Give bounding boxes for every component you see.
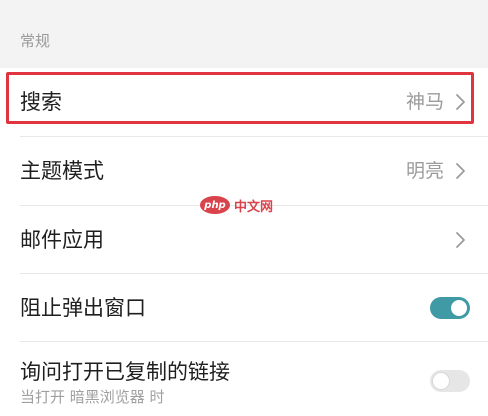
- section-header: 常规: [0, 0, 488, 68]
- toggle-knob: [451, 300, 467, 316]
- search-value: 神马: [405, 91, 444, 113]
- setting-row-search[interactable]: 搜索 神马: [0, 68, 488, 136]
- chevron-right-icon: [456, 94, 465, 110]
- setting-row-copy-link[interactable]: 询问打开已复制的链接 当打开 暗黑浏览器 时: [0, 342, 488, 416]
- copy-link-subtitle: 当打开 暗黑浏览器 时: [20, 388, 165, 406]
- theme-value: 明亮: [405, 160, 444, 182]
- chevron-right-icon: [456, 232, 465, 248]
- popup-label: 阻止弹出窗口: [20, 296, 146, 320]
- toggle-knob: [433, 373, 449, 389]
- setting-row-popup[interactable]: 阻止弹出窗口: [0, 274, 488, 342]
- watermark: php 中文网: [200, 194, 273, 216]
- watermark-logo: php: [200, 196, 230, 214]
- theme-label: 主题模式: [20, 159, 104, 183]
- chevron-right-icon: [456, 163, 465, 179]
- copy-link-label: 询问打开已复制的链接: [20, 360, 230, 384]
- search-label: 搜索: [20, 90, 62, 114]
- mail-label: 邮件应用: [20, 228, 104, 252]
- copy-link-toggle[interactable]: [430, 370, 470, 392]
- popup-toggle[interactable]: [430, 297, 470, 319]
- watermark-text: 中文网: [234, 199, 274, 215]
- section-title: 常规: [20, 32, 51, 50]
- setting-row-mail[interactable]: 邮件应用: [0, 206, 488, 274]
